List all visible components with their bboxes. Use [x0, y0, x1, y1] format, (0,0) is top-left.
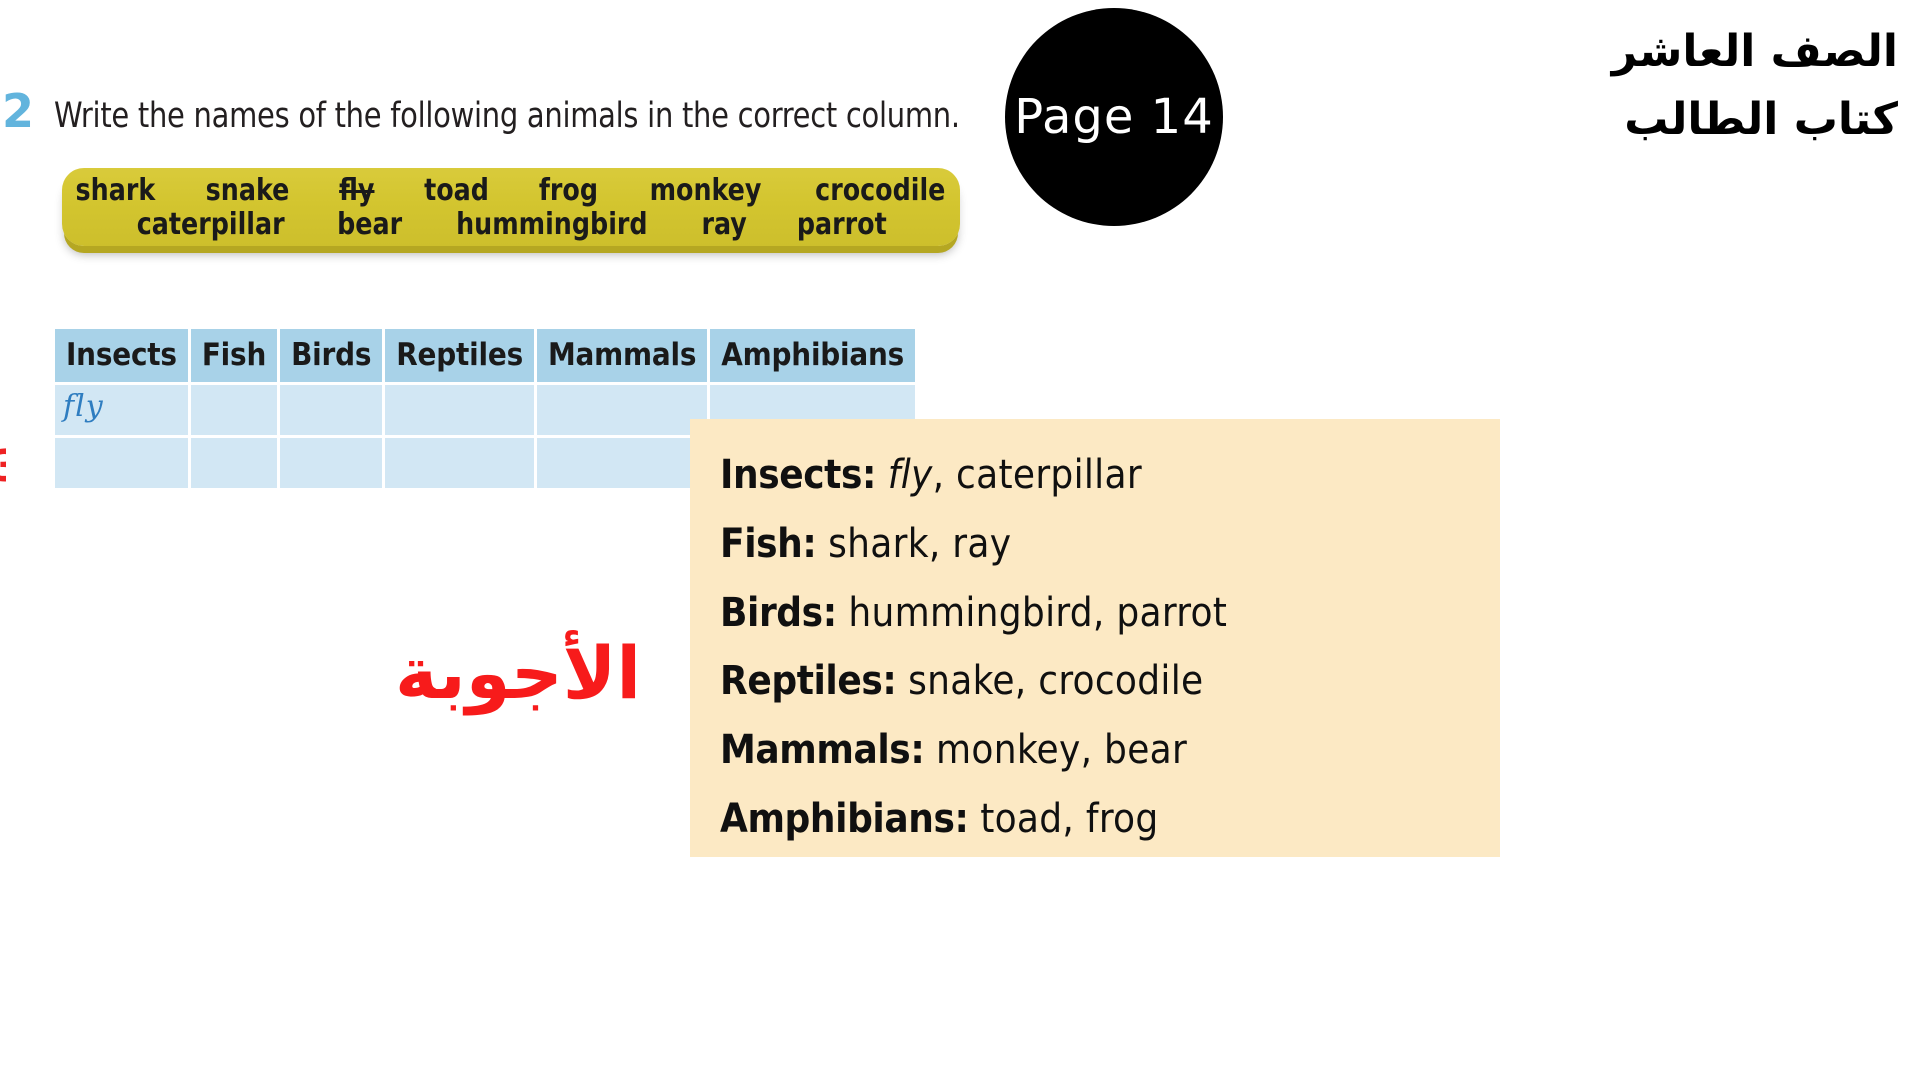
answer-key-line: Fish: shark, ray: [720, 510, 1500, 579]
answer-key-category: Insects:: [720, 452, 876, 498]
page-badge-label: Page 14: [1014, 89, 1214, 145]
answer-key-category: Birds:: [720, 589, 837, 636]
table-cell[interactable]: [280, 385, 383, 435]
table-column-header: Amphibians: [710, 329, 916, 382]
word-bank-item: snake: [206, 173, 290, 209]
word-bank-row-2: caterpillar bear hummingbird ray parrot: [62, 208, 960, 242]
table-column-header: Mammals: [536, 329, 708, 382]
word-bank-item: bear: [337, 207, 403, 242]
table-cell[interactable]: [536, 385, 708, 435]
answer-key-line: Birds: hummingbird, parrot: [720, 579, 1500, 648]
answer-key-line: Reptiles: snake, crocodile: [720, 647, 1500, 716]
table-cell[interactable]: [190, 385, 278, 435]
answer-key-category: Fish:: [720, 520, 817, 567]
arabic-grade-label: الصف العاشر: [1611, 26, 1898, 77]
word-bank-item: toad: [424, 173, 489, 209]
table-cell[interactable]: [385, 438, 534, 488]
answer-key-line: Insects: fly, caterpillar: [720, 441, 1500, 510]
table-column-header: Insects: [55, 329, 188, 382]
word-bank-item: monkey: [649, 173, 762, 209]
word-bank-item: crocodile: [814, 173, 946, 209]
answer-key-values: monkey, bear: [924, 727, 1188, 774]
word-bank-item: parrot: [797, 207, 888, 242]
answer-key-values: shark, ray: [816, 520, 1012, 567]
table-cell[interactable]: [385, 385, 534, 435]
table-cell[interactable]: fly: [55, 385, 188, 435]
word-bank-item: caterpillar: [136, 207, 285, 242]
page-badge: Page 14: [1005, 8, 1223, 226]
table-column-header: Fish: [190, 329, 278, 382]
table-cell[interactable]: [280, 438, 383, 488]
answer-key-panel: Insects: fly, caterpillar Fish: shark, ra…: [690, 419, 1500, 857]
word-bank: shark snake fly toad frog monkey crocodile cat…: [62, 168, 960, 246]
handwritten-answer: fly: [63, 389, 104, 424]
answer-key-values: snake, crocodile: [896, 658, 1204, 705]
table-column-header: Reptiles: [385, 329, 534, 382]
exercise-number: 2: [2, 84, 35, 138]
word-bank-row-1: shark snake fly toad frog monkey crocodile: [62, 174, 960, 208]
exercise-header: 2 Write the names of the following anima…: [0, 88, 1039, 136]
table-header-row: Insects Fish Birds Reptiles Mammals Amphibian…: [55, 329, 916, 382]
answer-key-category: Reptiles:: [720, 658, 897, 705]
answer-key-category: Mammals:: [720, 727, 925, 774]
word-bank-item: fly: [339, 173, 375, 209]
table-column-header: Birds: [280, 329, 383, 382]
word-bank-item: ray: [701, 207, 747, 242]
answer-key-values: fly, caterpillar: [887, 452, 1142, 498]
answer-key-line: Amphibians: toad, frog: [720, 785, 1500, 854]
left-edge-red-fragment: 3: [0, 447, 6, 487]
arabic-book-label: كتاب الطالب: [1624, 94, 1898, 146]
arabic-header: الصف العاشر كتاب الطالب: [1612, 18, 1898, 154]
answer-key-values: hummingbird, parrot: [836, 589, 1228, 636]
table-cell[interactable]: [536, 438, 708, 488]
answers-label: الأجوبة: [395, 631, 642, 715]
word-bank-item: frog: [538, 173, 599, 209]
table-cell[interactable]: [190, 438, 278, 488]
answer-key-values: toad, frog: [968, 795, 1159, 842]
word-bank-item: hummingbird: [456, 207, 649, 242]
word-bank-item: shark: [75, 173, 155, 209]
table-cell[interactable]: [55, 438, 188, 488]
answer-key-category: Amphibians:: [720, 795, 969, 842]
exercise-prompt: Write the names of the following animals…: [54, 96, 960, 136]
answer-key-line: Mammals: monkey, bear: [720, 716, 1500, 785]
